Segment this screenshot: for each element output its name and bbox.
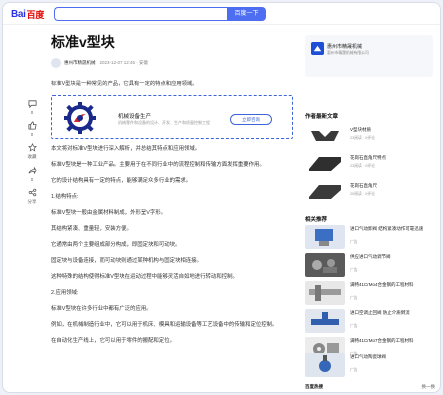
article-intro: 标准V型块是一种常见的产品，它具有一定的特点和应用领域。 [51,81,198,87]
like-count: 0 [30,132,34,137]
hot-search-header: 百度热搜 换一换 [305,384,435,390]
author-article-reads: 23阅读 · 0评论 [350,136,375,140]
hot-search-title: 百度热搜 [305,384,323,389]
share-action[interactable]: 分享 [27,188,37,205]
author-article-item[interactable]: 花岗石直角尺特点 23阅读 · 0评论 [305,153,435,175]
author-avatar[interactable] [51,58,61,68]
share-icon [27,188,37,198]
body-paragraph: 这种特殊的结构使得标准V型块在运动过程中能够灵活自如地进行转动和控制。 [51,274,238,280]
valve-thumbnail [305,225,345,249]
related-item-name: 满特41CrMo7合金钢的工程材料 [350,338,414,343]
share-label: 分享 [27,199,37,204]
body-paragraph: 固定块与设备连接，而可动块则通过某种机构与固定块相连接。 [51,258,202,264]
related-title: 相关推荐 [305,217,328,223]
article-title: 标准v型块 [51,34,115,50]
related-item-source: 广告 [350,240,358,244]
forward-icon [27,166,37,176]
favorite-label: 收藏 [27,154,37,159]
related-item-source: 广告 [350,324,358,328]
author-article-name: 花岗石直角尺特点 [350,155,386,160]
related-item-name: 进口气动陶瓷球阀 [350,354,386,359]
article-meta: 惠州市精晟机械 2023-12-07 12:45 · 安徽 [51,58,293,68]
favorite-action[interactable]: 收藏 [27,143,37,160]
related-item[interactable]: 进口空调止回阀 防止介质倒流 广告 [305,309,435,333]
author-articles-title: 作者最新文章 [305,114,339,120]
search-button[interactable]: 百度一下 [227,7,266,21]
like-action[interactable]: 0 [27,121,37,137]
logo-text-du: 百度 [26,10,45,20]
swap-button[interactable]: 换一换 [422,384,436,390]
author-article-item[interactable]: V型块材质 23阅读 · 0评论 [305,125,435,147]
comment-icon [27,99,37,109]
section-heading: 2.应用领域: [51,290,79,296]
ad-company-name: 机械设备生产 [118,114,152,120]
browser-frame: Bai 百度 百度一下 0 0 收藏 0 分享 标准v型块 惠州市精晟机械 20… [2,2,441,393]
body-paragraph: 本文将对标准V型块进行深入解析，并总结其特点和应用领域。 [51,146,201,152]
logo-text-bai: Bai [11,9,26,20]
related-item[interactable]: 供应进口气动调节阀 广告 [305,253,435,277]
body-paragraph: 它的设计结构具有一定的特点，能够满足众多行业的需求。 [51,178,192,184]
company-logo-icon [311,42,324,55]
search-input[interactable] [54,7,227,21]
body-paragraph: 标准V型块在许多行业中都有广泛的应用。 [51,306,152,312]
related-item-name: 进口空调止回阀 防止介质倒流 [350,310,410,315]
related-item-source: 广告 [350,368,358,372]
company-name: 惠州市精晟机械 [327,44,363,50]
author-name[interactable]: 惠州市精晟机械 [64,60,96,66]
article-thumbnail [305,125,345,147]
related-item-source: 广告 [350,268,358,272]
related-item[interactable]: 进口气动陶瓷球阀 广告 [305,353,435,377]
article-thumbnail [305,153,345,175]
related-item-name: 进口气动卸阀 结构紧凑动作可靠迅速 [350,226,424,231]
body-paragraph: 标准V型块一般由金属材料制成，外形呈V字形。 [51,210,167,216]
article-header: 标准v型块 惠州市精晟机械 2023-12-07 12:45 · 安徽 标准V型… [51,33,293,88]
related-item-source: 广告 [350,296,358,300]
section-heading: 1.结构特点: [51,194,79,200]
baidu-logo[interactable]: Bai 百度 [11,8,44,21]
related-item-name: 满特41CrMo4合金钢的工程材料 [350,282,414,287]
body-paragraph: 在自动化生产线上，它可以用于零件的搬配和定位。 [51,338,175,344]
top-header: Bai 百度 百度一下 [3,3,440,25]
ad-description: 机械零件和设备的设计、开发、生产和质量控制工程 [118,120,210,125]
steel-thumbnail [305,281,345,305]
comment-count: 0 [30,110,34,115]
company-address: 惠州市精晟机械有限公司 [327,51,369,55]
left-action-bar: 0 0 收藏 0 分享 [23,99,41,211]
forward-action[interactable]: 0 [27,166,37,182]
author-article-name: 花岗石直角尺 [350,183,377,188]
forward-count: 0 [30,177,34,182]
valve-thumbnail [305,309,345,333]
body-paragraph: 它通常由两个主要组成部分构成，即固定块和可动块。 [51,242,181,248]
valve-thumbnail [305,253,345,277]
gear-logo-icon [64,102,96,134]
related-item[interactable]: 满特41CrMo4合金钢的工程材料 广告 [305,281,435,305]
ad-card[interactable]: 机械设备生产 机械零件和设备的设计、开发、生产和质量控制工程 立即咨询 [51,95,293,139]
body-paragraph: 其结构紧凑、重量轻，安装方便。 [51,226,132,232]
author-article-name: V型块材质 [350,127,372,132]
like-icon [27,121,37,131]
author-article-reads: 20阅读 · 0评论 [350,192,375,196]
publish-date: 2023-12-07 12:45 · 安徽 [99,60,149,65]
article-body: 本文将对标准V型块进行深入解析，并总结其特点和应用领域。 标准V型块是一种工业产… [51,145,301,345]
author-article-reads: 23阅读 · 0评论 [350,164,375,168]
valve-thumbnail [305,353,345,377]
body-paragraph: 例如，在机械制造行业中，它可以用于机床、模具和运输设备等工艺设备中的传输和定位控… [51,322,278,328]
article-thumbnail [305,181,345,203]
comment-action[interactable]: 0 [27,99,37,115]
consult-button[interactable]: 立即咨询 [230,114,272,125]
related-item-name: 供应进口气动调节阀 [350,254,391,259]
company-card[interactable]: 惠州市精晟机械 惠州市精晟机械有限公司 [305,35,433,77]
star-icon [27,143,37,153]
related-item[interactable]: 进口气动卸阀 结构紧凑动作可靠迅速 广告 [305,225,435,249]
author-article-item[interactable]: 花岗石直角尺 20阅读 · 0评论 [305,181,435,203]
body-paragraph: 标准V型块是一种工业产品。主要用于在不同行业中的流程控制和传输方面发挥重要作用。 [51,162,265,168]
